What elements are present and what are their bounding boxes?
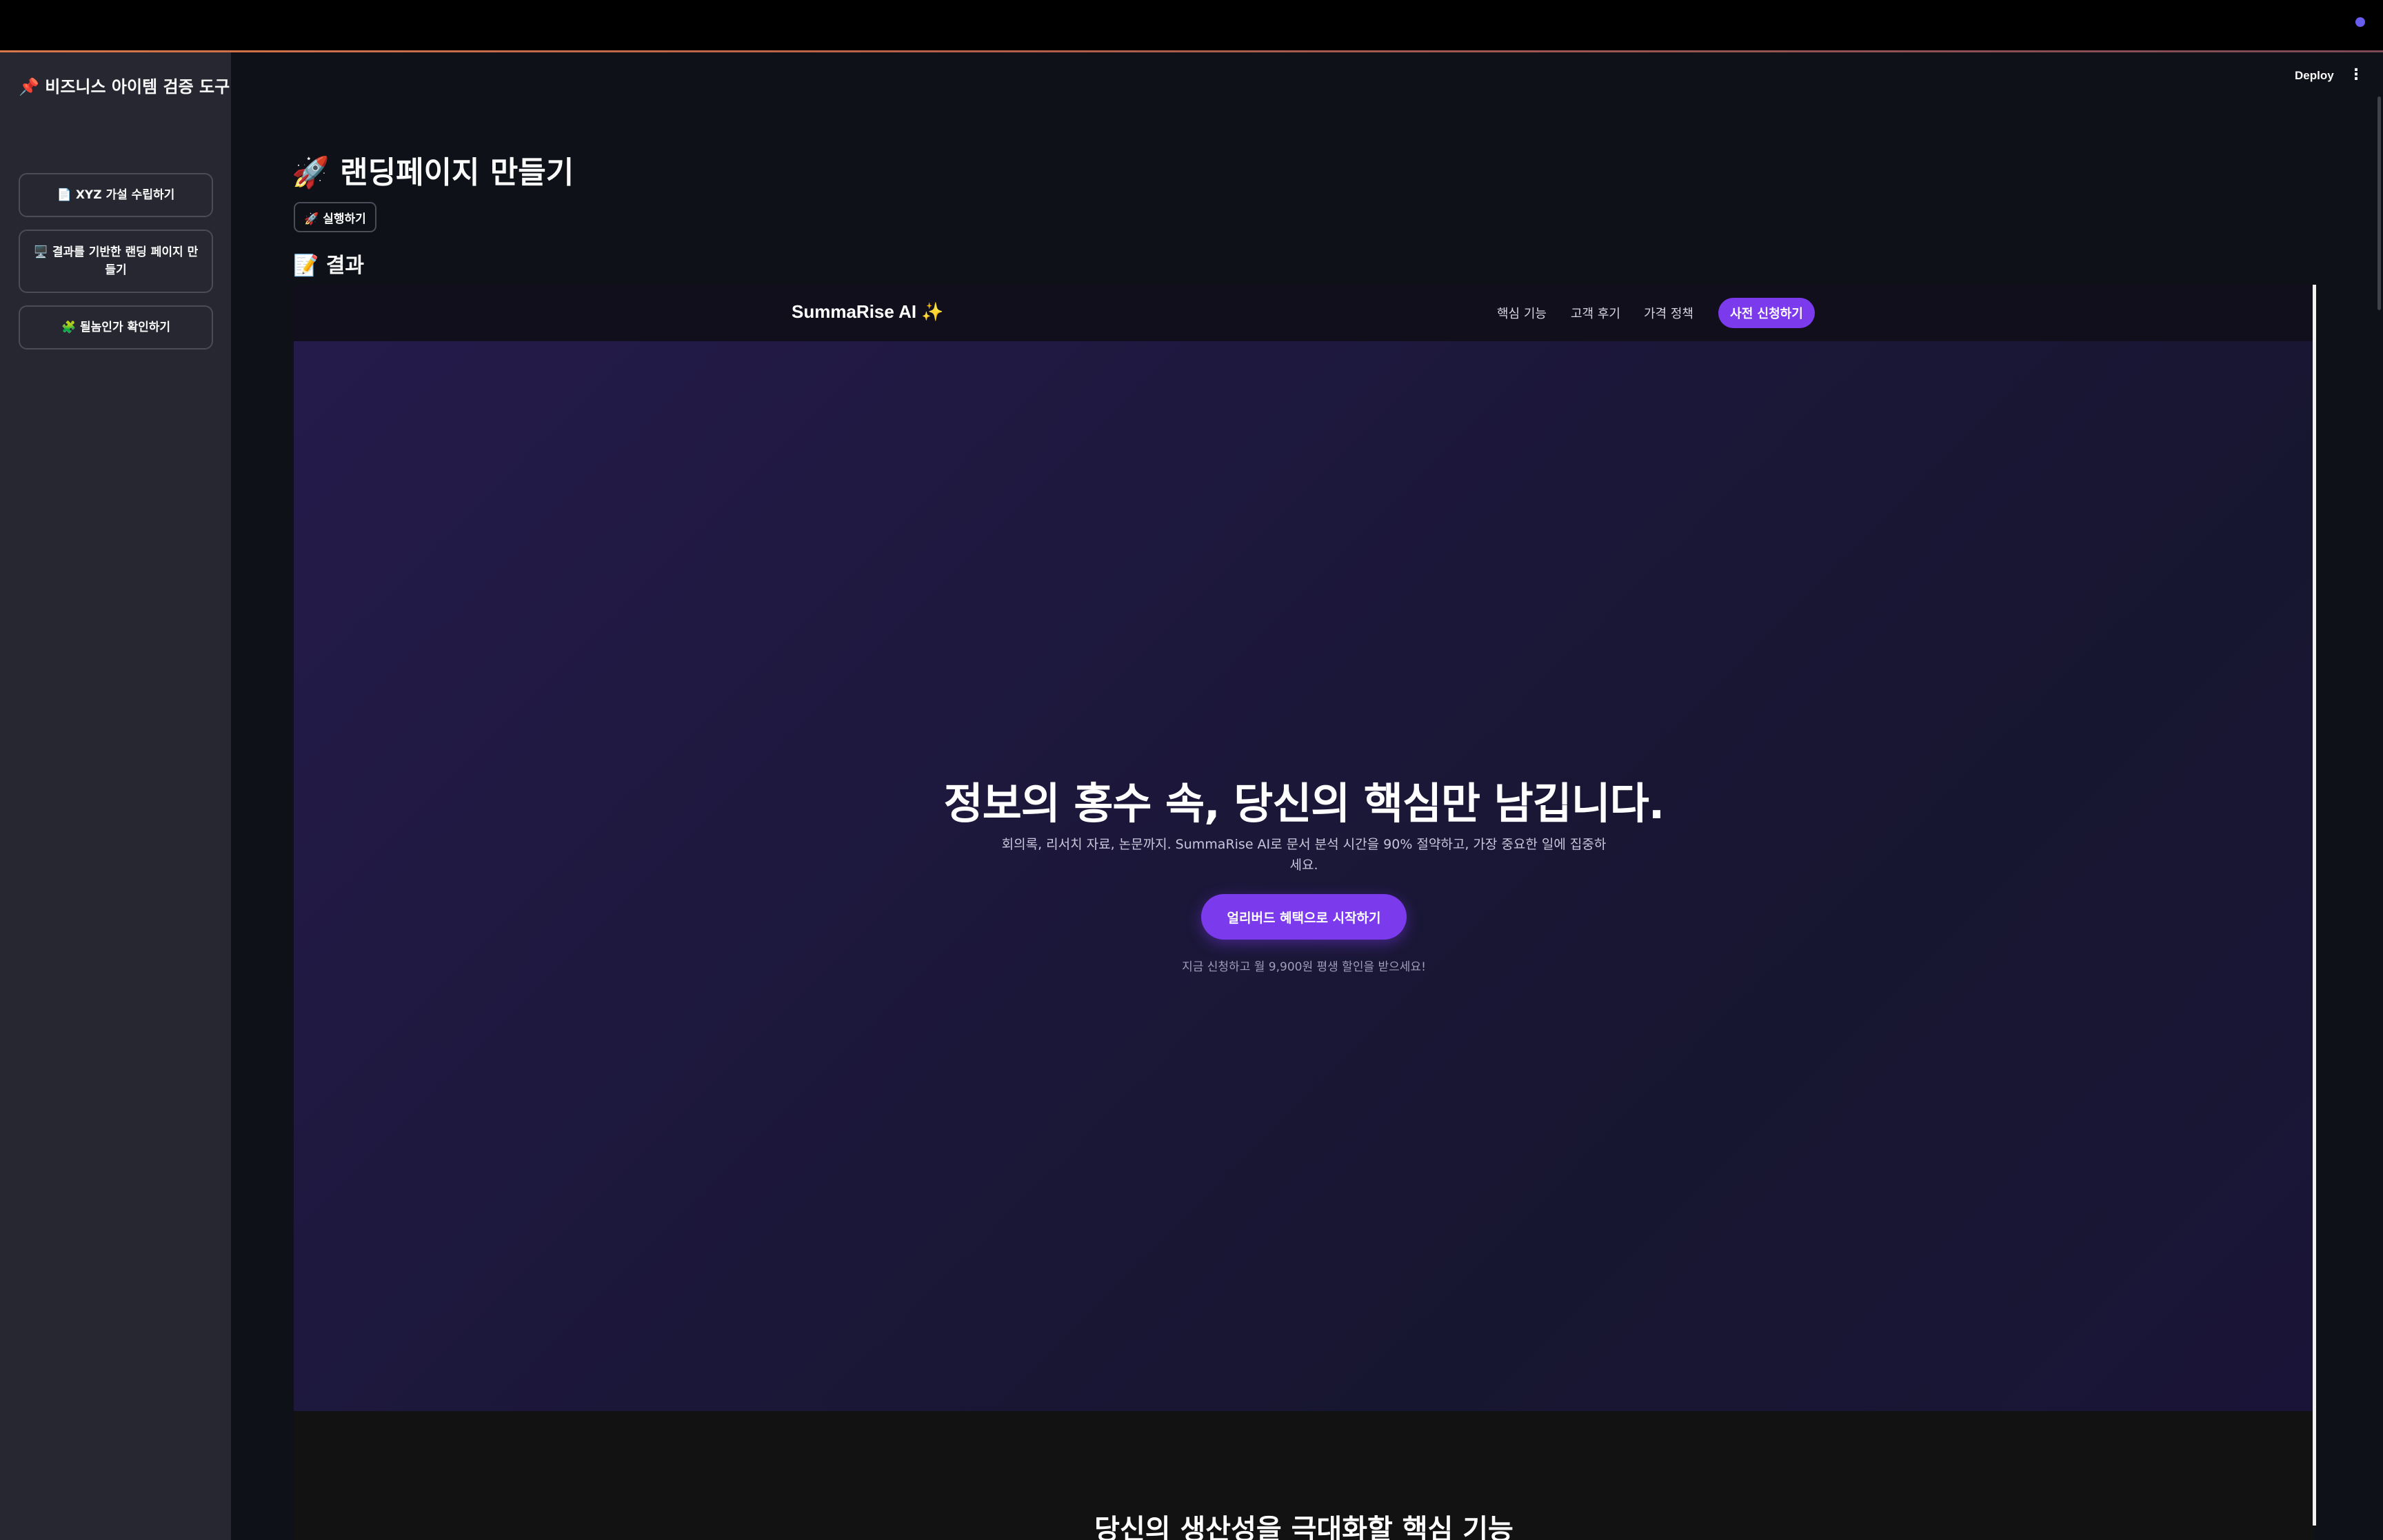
nav-link-pricing[interactable]: 가격 정책 [1644,304,1693,322]
main-menu-icon[interactable]: ⋮ [2349,66,2364,83]
nav-link-features[interactable]: 핵심 기능 [1497,304,1547,322]
browser-top-bar [0,0,2383,50]
hero-note: 지금 신청하고 월 9,900원 평생 할인을 받으세요! [1182,960,1426,974]
sidebar-title: 📌 비즈니스 아이템 검증 도구 [19,77,230,97]
hero-subtitle: 회의록, 리서치 자료, 논문까지. SummaRise AI로 문서 분석 시… [1001,837,1607,873]
landing-page-preview: SummaRise AI ✨ 핵심 기능 고객 후기 가격 정책 사전 신청하기… [294,285,2314,1540]
result-heading: 📝 결과 [293,254,364,278]
hero-cta-button[interactable]: 얼리버드 혜택으로 시작하기 [1201,894,1407,940]
status-dot-icon [2355,17,2365,27]
features-heading: 당신의 생산성을 극대화할 핵심 기능 [1094,1514,1514,1540]
run-button[interactable]: 🚀 실행하기 [294,202,376,232]
page-title: 🚀 랜딩페이지 만들기 [292,155,574,190]
deploy-button[interactable]: Deploy [2295,69,2334,83]
landing-brand[interactable]: SummaRise AI ✨ [792,301,944,323]
hero-title: 정보의 홍수 속, 당신의 핵심만 남깁니다. [943,778,1665,829]
landing-navbar: SummaRise AI ✨ 핵심 기능 고객 후기 가격 정책 사전 신청하기 [294,285,2314,341]
sidebar-button-landing-page[interactable]: 🖥️ 결과를 기반한 랜딩 페이지 만들기 [19,230,213,293]
nav-preregister-button[interactable]: 사전 신청하기 [1718,298,1815,328]
sidebar-button-xyz-hypothesis[interactable]: 📄 XYZ 가설 수립하기 [19,173,213,217]
sidebar-button-validate[interactable]: 🧩 될놈인가 확인하기 [19,305,213,349]
landing-hero: 정보의 홍수 속, 당신의 핵심만 남깁니다. 회의록, 리서치 자료, 논문까… [294,341,2314,1411]
nav-link-reviews[interactable]: 고객 후기 [1571,304,1620,322]
main-scrollbar[interactable] [2377,97,2381,310]
preview-scrollbar[interactable] [2313,285,2316,1526]
